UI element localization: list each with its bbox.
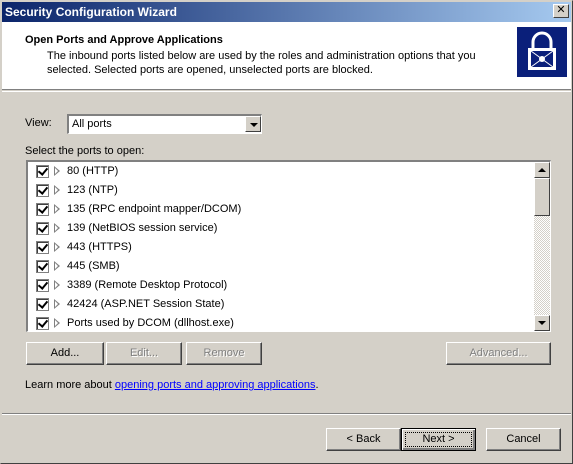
port-checkbox[interactable]: [36, 203, 49, 216]
expand-arrow-icon[interactable]: [54, 223, 60, 233]
port-checkbox[interactable]: [36, 222, 49, 235]
remove-button[interactable]: Remove: [186, 342, 262, 365]
list-item[interactable]: 80 (HTTP): [28, 162, 533, 181]
edit-button[interactable]: Edit...: [106, 342, 182, 365]
wizard-window: Security Configuration Wizard ✕ Open Por…: [0, 0, 573, 464]
learn-more-link[interactable]: opening ports and approving applications: [115, 379, 316, 391]
cancel-button[interactable]: Cancel: [486, 428, 561, 451]
port-label: 42424 (ASP.NET Session State): [67, 298, 225, 310]
expand-arrow-icon[interactable]: [54, 242, 60, 252]
ports-listbox[interactable]: 80 (HTTP) 123 (NTP) 135 (RPC endpoint ma…: [26, 160, 551, 332]
scroll-down-icon[interactable]: [534, 315, 550, 331]
port-label: Ports used by DCOM (dllhost.exe): [67, 317, 234, 329]
ports-list-label: Select the ports to open:: [25, 145, 145, 157]
expand-arrow-icon[interactable]: [54, 166, 60, 176]
learn-more-suffix: .: [315, 379, 319, 391]
expand-arrow-icon[interactable]: [54, 299, 60, 309]
port-label: 139 (NetBIOS session service): [67, 222, 218, 234]
list-item[interactable]: 3389 (Remote Desktop Protocol): [28, 276, 533, 295]
list-item[interactable]: 135 (RPC endpoint mapper/DCOM): [28, 200, 533, 219]
focus-rect: [405, 432, 472, 447]
expand-arrow-icon[interactable]: [54, 280, 60, 290]
port-label: 123 (NTP): [67, 184, 118, 196]
list-item[interactable]: 42424 (ASP.NET Session State): [28, 295, 533, 314]
learn-more: Learn more about opening ports and appro…: [25, 379, 319, 391]
window-title: Security Configuration Wizard: [5, 5, 177, 19]
port-checkbox[interactable]: [36, 241, 49, 254]
port-label: 135 (RPC endpoint mapper/DCOM): [67, 203, 242, 215]
port-checkbox[interactable]: [36, 260, 49, 273]
page-title: Open Ports and Approve Applications: [25, 34, 223, 46]
scroll-up-icon[interactable]: [534, 162, 550, 178]
view-label: View:: [25, 117, 52, 129]
port-label: 445 (SMB): [67, 260, 120, 272]
ports-rows: 80 (HTTP) 123 (NTP) 135 (RPC endpoint ma…: [28, 162, 533, 331]
view-dropdown-value: All ports: [72, 118, 112, 130]
expand-arrow-icon[interactable]: [54, 185, 60, 195]
port-checkbox[interactable]: [36, 279, 49, 292]
port-label: 80 (HTTP): [67, 165, 119, 177]
list-item[interactable]: 139 (NetBIOS session service): [28, 219, 533, 238]
port-checkbox[interactable]: [36, 184, 49, 197]
expand-arrow-icon[interactable]: [54, 261, 60, 271]
close-icon[interactable]: ✕: [553, 4, 569, 18]
list-item[interactable]: Ports used by DCOM (dllhost.exe): [28, 314, 533, 331]
padlock-icon: [517, 27, 567, 77]
expand-arrow-icon[interactable]: [54, 204, 60, 214]
scroll-thumb[interactable]: [534, 178, 550, 216]
footer-divider-highlight: [2, 414, 571, 415]
expand-arrow-icon[interactable]: [54, 318, 60, 328]
back-button[interactable]: < Back: [326, 428, 401, 451]
learn-more-prefix: Learn more about: [25, 379, 115, 391]
list-item[interactable]: 445 (SMB): [28, 257, 533, 276]
list-item[interactable]: 443 (HTTPS): [28, 238, 533, 257]
wizard-header: Open Ports and Approve Applications The …: [2, 22, 571, 90]
next-button[interactable]: Next >: [401, 428, 476, 451]
ports-scrollbar[interactable]: [534, 162, 550, 331]
port-label: 3389 (Remote Desktop Protocol): [67, 279, 228, 291]
port-label: 443 (HTTPS): [67, 241, 132, 253]
list-item[interactable]: 123 (NTP): [28, 181, 533, 200]
chevron-down-icon[interactable]: [245, 116, 261, 132]
view-dropdown[interactable]: All ports: [67, 114, 262, 134]
header-divider: [2, 91, 571, 92]
title-bar: Security Configuration Wizard ✕: [2, 2, 571, 22]
page-description: The inbound ports listed below are used …: [47, 50, 476, 76]
advanced-button[interactable]: Advanced...: [446, 342, 551, 365]
add-button[interactable]: Add...: [26, 342, 104, 365]
port-checkbox[interactable]: [36, 165, 49, 178]
port-checkbox[interactable]: [36, 298, 49, 311]
port-checkbox[interactable]: [36, 317, 49, 330]
